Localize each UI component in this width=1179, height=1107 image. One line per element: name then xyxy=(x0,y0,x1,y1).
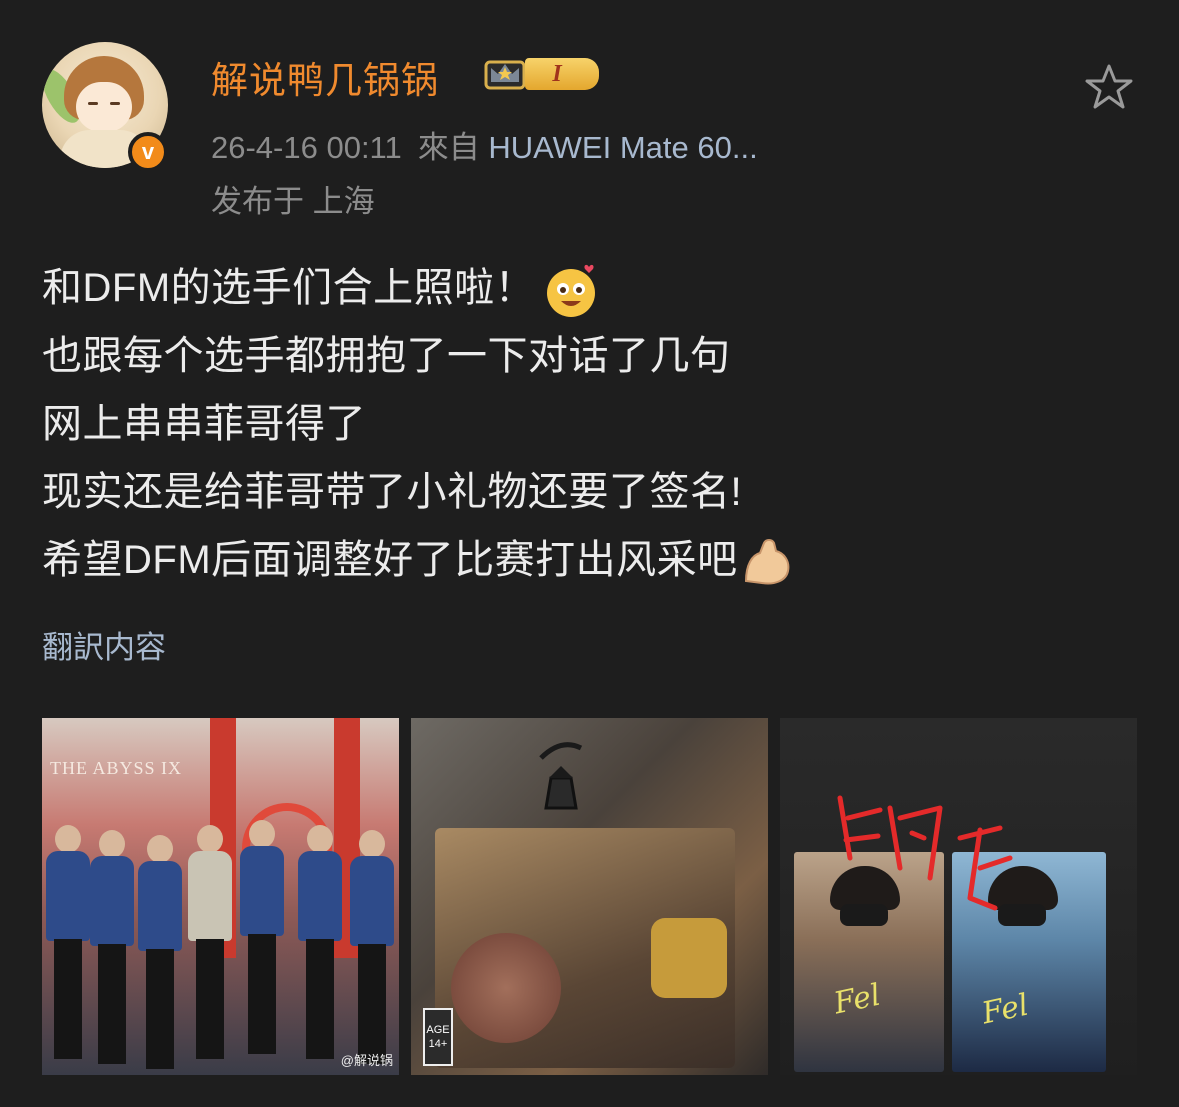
flexed-bicep-emoji-icon xyxy=(744,539,790,585)
post-text: 和DFM的选手们合上照啦！ 也跟每个选手都拥抱了一下对话了几句 网上串串菲哥得了… xyxy=(42,254,1142,594)
post-header: v 解说鸭几锅锅 I 26-4-16 00:11 來自 HUAWEI Mate 6… xyxy=(0,0,1179,230)
lamp-keychain xyxy=(539,742,583,810)
timestamp: 26-4-16 00:11 xyxy=(211,130,402,165)
photo-grid: THE ABYSS IX @解说锅 AGE 14+ Fel Fel xyxy=(42,718,1138,1075)
source-prefix: 來自 xyxy=(417,130,480,165)
post-line: 也跟每个选手都拥抱了一下对话了几句 xyxy=(42,334,731,378)
signed-cards-photo[interactable]: Fel Fel xyxy=(780,718,1137,1075)
location: 发布于 上海 xyxy=(211,184,375,219)
photo-watermark: @解说锅 xyxy=(340,1053,393,1068)
post-line: 和DFM的选手们合上照啦！ xyxy=(42,254,1142,322)
photo-stage-text: THE ABYSS IX xyxy=(50,758,183,778)
translate-link[interactable]: 翻訳内容 xyxy=(42,622,166,667)
level-badge: I xyxy=(525,58,599,90)
star-outline-icon[interactable] xyxy=(1084,62,1134,112)
username[interactable]: 解说鸭几锅锅 xyxy=(211,50,439,104)
age-rating: AGE 14+ xyxy=(423,1008,453,1066)
gift-photo[interactable]: AGE 14+ xyxy=(411,718,768,1075)
star-struck-emoji-icon xyxy=(547,265,596,318)
post-line: 希望DFM后面调整好了比赛打出风采吧 xyxy=(42,526,1142,594)
post-line: 现实还是给菲哥带了小礼物还要了签名! xyxy=(42,470,743,514)
team-photo[interactable]: THE ABYSS IX @解说锅 xyxy=(42,718,399,1075)
red-scribble xyxy=(837,795,1013,911)
verified-badge-icon: v xyxy=(128,132,168,172)
post-line: 网上串串菲哥得了 xyxy=(42,402,366,446)
device-link[interactable]: HUAWEI Mate 60... xyxy=(488,130,757,165)
crown-icon xyxy=(484,60,526,90)
post-meta: 26-4-16 00:11 來自 HUAWEI Mate 60... xyxy=(211,122,758,167)
